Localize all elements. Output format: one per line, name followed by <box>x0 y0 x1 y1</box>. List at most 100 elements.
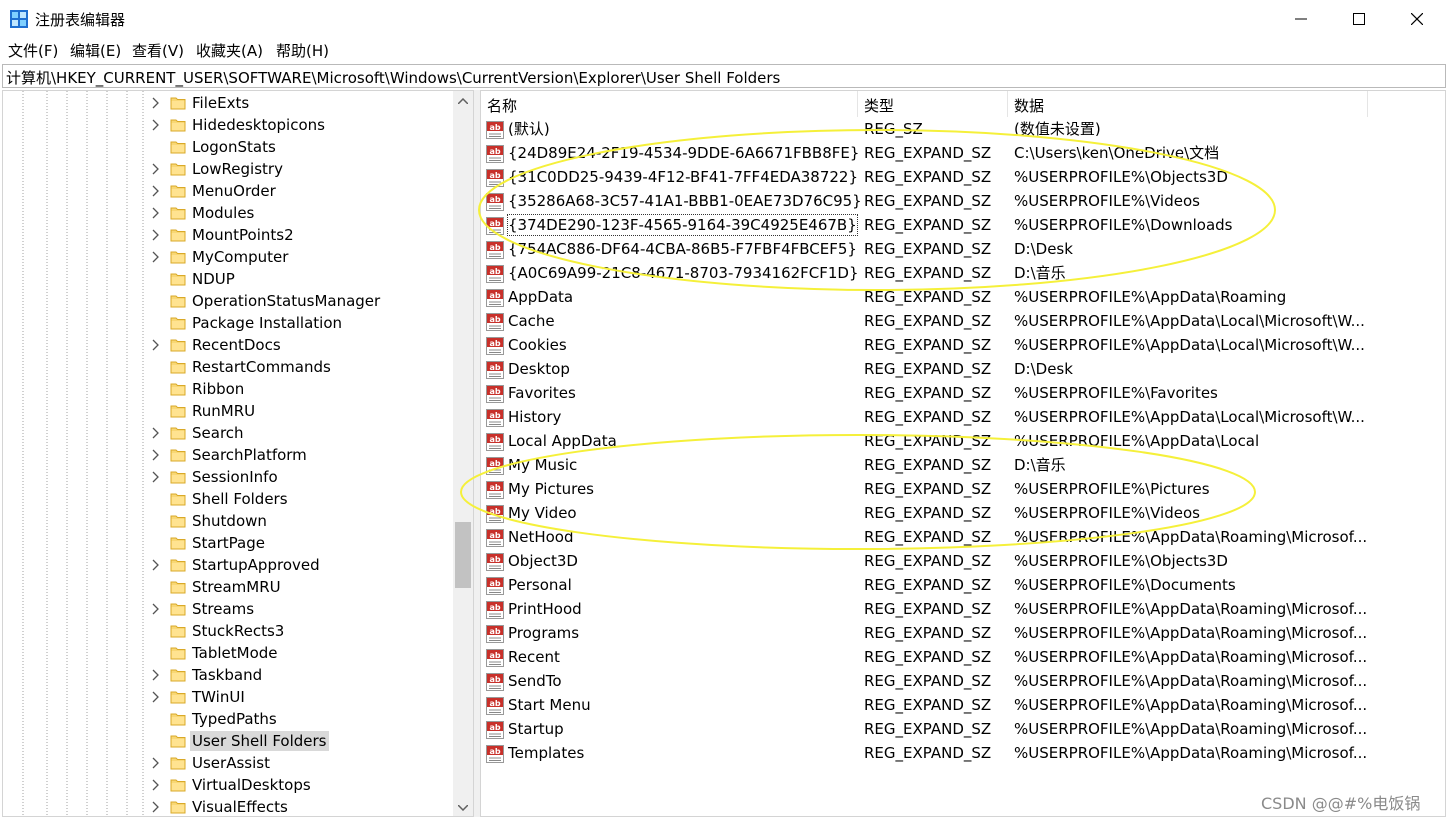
tree-item[interactable]: StreamMRU <box>3 576 453 598</box>
tree-item[interactable]: SearchPlatform <box>3 444 453 466</box>
tree-item[interactable]: RunMRU <box>3 400 453 422</box>
chevron-right-icon[interactable] <box>150 602 162 616</box>
registry-value-row[interactable]: ab Start Menu REG_EXPAND_SZ %USERPROFILE%\A… <box>481 694 1445 718</box>
tree-item[interactable]: Shell Folders <box>3 488 453 510</box>
address-bar[interactable]: 计算机\HKEY_CURRENT_USER\SOFTWARE\Microsoft… <box>2 64 1446 88</box>
column-header-data[interactable]: 数据 <box>1014 95 1044 116</box>
registry-value-row[interactable]: ab SendTo REG_EXPAND_SZ %USERPROFILE%\AppDa… <box>481 670 1445 694</box>
menu-favorites[interactable]: 收藏夹(A) <box>196 40 263 61</box>
chevron-right-icon[interactable] <box>150 250 162 264</box>
registry-value-row[interactable]: ab Favorites REG_EXPAND_SZ %USERPROFILE%\Fa… <box>481 382 1445 406</box>
chevron-right-icon[interactable] <box>150 206 162 220</box>
scroll-thumb[interactable] <box>455 522 471 588</box>
registry-value-row[interactable]: ab Templates REG_EXPAND_SZ %USERPROFILE%\Ap… <box>481 742 1445 766</box>
column-divider[interactable] <box>1367 91 1368 117</box>
registry-value-row[interactable]: ab {31C0DD25-9439-4F12-BF41-7FF4EDA38722}… <box>481 166 1445 190</box>
column-header-name[interactable]: 名称 <box>487 95 517 116</box>
tree-item[interactable]: Ribbon <box>3 378 453 400</box>
registry-value-row[interactable]: ab NetHood REG_EXPAND_SZ %USERPROFILE%\AppD… <box>481 526 1445 550</box>
registry-value-row[interactable]: ab Desktop REG_EXPAND_SZ D:\Desk <box>481 358 1445 382</box>
registry-value-row[interactable]: ab Startup REG_EXPAND_SZ %USERPROFILE%\AppD… <box>481 718 1445 742</box>
tree-item[interactable]: LowRegistry <box>3 158 453 180</box>
tree-item[interactable]: NDUP <box>3 268 453 290</box>
tree-item[interactable]: Shutdown <box>3 510 453 532</box>
maximize-button[interactable] <box>1330 0 1388 38</box>
value-list-pane[interactable]: 名称 类型 数据 ab (默认) REG_SZ (数值未设置) ab {24D89E24-… <box>480 90 1446 817</box>
registry-value-row[interactable]: ab History REG_EXPAND_SZ %USERPROFILE%\AppD… <box>481 406 1445 430</box>
tree-item[interactable]: OperationStatusManager <box>3 290 453 312</box>
registry-value-row[interactable]: ab Recent REG_EXPAND_SZ %USERPROFILE%\AppDa… <box>481 646 1445 670</box>
tree-item[interactable]: Search <box>3 422 453 444</box>
tree-item[interactable]: Streams <box>3 598 453 620</box>
registry-value-row[interactable]: ab Programs REG_EXPAND_SZ %USERPROFILE%\App… <box>481 622 1445 646</box>
tree-item[interactable]: VirtualDesktops <box>3 774 453 796</box>
chevron-right-icon[interactable] <box>150 426 162 440</box>
menu-help[interactable]: 帮助(H) <box>276 40 329 61</box>
chevron-right-icon[interactable] <box>150 184 162 198</box>
chevron-right-icon[interactable] <box>150 470 162 484</box>
tree-scrollbar[interactable] <box>453 91 473 816</box>
tree-item[interactable]: TWinUI <box>3 686 453 708</box>
registry-value-row[interactable]: ab Cache REG_EXPAND_SZ %USERPROFILE%\AppDat… <box>481 310 1445 334</box>
tree-item[interactable]: VisualEffects <box>3 796 453 816</box>
chevron-right-icon[interactable] <box>150 338 162 352</box>
registry-value-row[interactable]: ab My Video REG_EXPAND_SZ %USERPROFILE%\Vid… <box>481 502 1445 526</box>
chevron-right-icon[interactable] <box>150 118 162 132</box>
registry-value-row[interactable]: ab {24D89E24-2F19-4534-9DDE-6A6671FBB8FE}… <box>481 142 1445 166</box>
minimize-button[interactable] <box>1272 0 1330 38</box>
tree-item[interactable]: StartupApproved <box>3 554 453 576</box>
tree-item[interactable]: FileExts <box>3 92 453 114</box>
tree-item[interactable]: LogonStats <box>3 136 453 158</box>
scroll-up-button[interactable] <box>453 91 473 111</box>
tree-item[interactable]: MountPoints2 <box>3 224 453 246</box>
registry-value-row[interactable]: ab Local AppData REG_EXPAND_SZ %USERPROFILE… <box>481 430 1445 454</box>
chevron-right-icon[interactable] <box>150 448 162 462</box>
tree-item[interactable]: Modules <box>3 202 453 224</box>
tree-item[interactable]: Hidedesktopicons <box>3 114 453 136</box>
registry-value-row[interactable]: ab My Pictures REG_EXPAND_SZ %USERPROFILE%\… <box>481 478 1445 502</box>
tree-item[interactable]: MenuOrder <box>3 180 453 202</box>
chevron-right-icon[interactable] <box>150 756 162 770</box>
chevron-right-icon[interactable] <box>150 558 162 572</box>
chevron-right-icon[interactable] <box>150 668 162 682</box>
registry-value-row[interactable]: ab AppData REG_EXPAND_SZ %USERPROFILE%\AppD… <box>481 286 1445 310</box>
tree-item[interactable]: RecentDocs <box>3 334 453 356</box>
chevron-right-icon[interactable] <box>150 228 162 242</box>
registry-value-row[interactable]: ab PrintHood REG_EXPAND_SZ %USERPROFILE%\Ap… <box>481 598 1445 622</box>
column-header-type[interactable]: 类型 <box>864 95 894 116</box>
key-tree-pane[interactable]: FileExts Hidedesktopicons LogonStats LowReg… <box>2 90 474 817</box>
menu-edit[interactable]: 编辑(E) <box>70 40 121 61</box>
tree-item[interactable]: RestartCommands <box>3 356 453 378</box>
chevron-right-icon[interactable] <box>150 690 162 704</box>
menu-view[interactable]: 查看(V) <box>132 40 184 61</box>
tree-item[interactable]: SessionInfo <box>3 466 453 488</box>
registry-value-row[interactable]: ab {35286A68-3C57-41A1-BBB1-0EAE73D76C95}… <box>481 190 1445 214</box>
registry-value-row[interactable]: ab Object3D REG_EXPAND_SZ %USERPROFILE%\Obj… <box>481 550 1445 574</box>
tree-item[interactable]: StartPage <box>3 532 453 554</box>
registry-value-row[interactable]: ab (默认) REG_SZ (数值未设置) <box>481 118 1445 142</box>
menu-file[interactable]: 文件(F) <box>8 40 58 61</box>
tree-item[interactable]: Taskband <box>3 664 453 686</box>
chevron-right-icon[interactable] <box>150 162 162 176</box>
registry-value-row[interactable]: ab My Music REG_EXPAND_SZ D:\音乐 <box>481 454 1445 478</box>
scroll-down-button[interactable] <box>453 798 473 816</box>
tree-item[interactable]: MyComputer <box>3 246 453 268</box>
registry-value-row[interactable]: ab Cookies REG_EXPAND_SZ %USERPROFILE%\AppD… <box>481 334 1445 358</box>
registry-value-row[interactable]: ab {374DE290-123F-4565-9164-39C4925E467B}… <box>481 214 1445 238</box>
tree-item[interactable]: UserAssist <box>3 752 453 774</box>
registry-value-row[interactable]: ab {754AC886-DF64-4CBA-86B5-F7FBF4FBCEF5}… <box>481 238 1445 262</box>
chevron-right-icon[interactable] <box>150 96 162 110</box>
tree-item[interactable]: Package Installation <box>3 312 453 334</box>
tree-item[interactable]: TypedPaths <box>3 708 453 730</box>
address-path[interactable]: 计算机\HKEY_CURRENT_USER\SOFTWARE\Microsoft… <box>6 67 780 88</box>
tree-item[interactable]: TabletMode <box>3 642 453 664</box>
tree-item[interactable]: StuckRects3 <box>3 620 453 642</box>
chevron-right-icon[interactable] <box>150 800 162 814</box>
column-divider[interactable] <box>1007 91 1008 117</box>
column-divider[interactable] <box>857 91 858 117</box>
chevron-right-icon[interactable] <box>150 778 162 792</box>
tree-item[interactable]: User Shell Folders <box>3 730 453 752</box>
close-button[interactable] <box>1388 0 1446 38</box>
registry-value-row[interactable]: ab {A0C69A99-21C8-4671-8703-7934162FCF1D}… <box>481 262 1445 286</box>
registry-value-row[interactable]: ab Personal REG_EXPAND_SZ %USERPROFILE%\Doc… <box>481 574 1445 598</box>
